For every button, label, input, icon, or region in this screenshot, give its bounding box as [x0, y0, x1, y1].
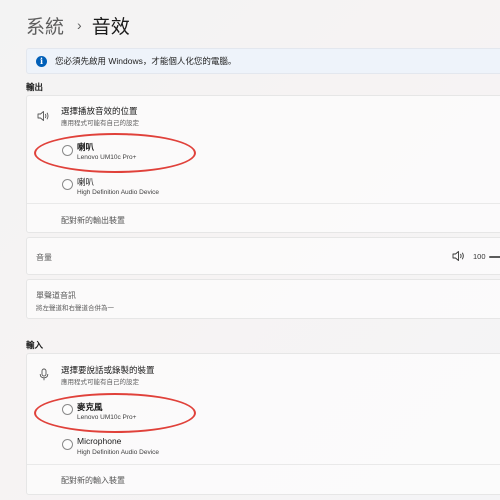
mono-audio-row[interactable]: 單聲道音訊 將左聲道和右聲道合併為一	[26, 279, 500, 319]
output-section-title: 輸出	[26, 82, 44, 92]
speaker-icon	[37, 111, 49, 121]
mono-audio-subtitle: 將左聲道和右聲道合併為一	[36, 305, 114, 312]
input-choose-subtitle: 應用程式可能有自己的設定	[61, 379, 139, 386]
volume-row: 音量	[26, 237, 500, 275]
annotation-ellipse-output	[34, 133, 196, 173]
output-divider	[27, 203, 500, 204]
page-title: 音效	[91, 16, 130, 38]
input-device-desc-2: High Definition Audio Device	[77, 449, 160, 456]
volume-icon[interactable]	[452, 250, 466, 262]
activation-notice: i 您必須先啟用 Windows，才能個人化您的電腦。	[26, 48, 500, 74]
input-device-radio-2[interactable]	[62, 439, 73, 450]
volume-label: 音量	[36, 253, 52, 262]
output-device-name-2[interactable]: 喇叭	[77, 176, 94, 188]
mono-audio-title: 單聲道音訊	[36, 291, 76, 300]
input-divider	[27, 464, 500, 465]
pair-input-device-link[interactable]: 配對新的輸入裝置	[61, 475, 125, 486]
microphone-icon	[39, 368, 49, 381]
output-choose-title: 選擇播放音效的位置	[61, 106, 138, 116]
annotation-ellipse-input	[34, 393, 196, 433]
volume-slider[interactable]	[489, 256, 500, 258]
output-device-radio-2[interactable]	[62, 179, 73, 190]
input-choose-title: 選擇要說話或錄製的裝置	[61, 365, 155, 375]
input-section-title: 輸入	[26, 340, 44, 350]
notice-text: 您必須先啟用 Windows，才能個人化您的電腦。	[55, 56, 237, 66]
input-device-name-2[interactable]: Microphone	[77, 436, 121, 446]
volume-value: 100	[473, 252, 486, 261]
breadcrumb-separator: ›	[77, 17, 82, 33]
breadcrumb: 系統 › 音效	[26, 12, 130, 38]
info-icon: i	[36, 55, 47, 67]
pair-output-device-link[interactable]: 配對新的輸出裝置	[61, 215, 125, 226]
output-choose-subtitle: 應用程式可能有自己的設定	[61, 120, 139, 127]
output-device-desc-2: High Definition Audio Device	[77, 189, 160, 196]
breadcrumb-parent[interactable]: 系統	[26, 12, 64, 39]
